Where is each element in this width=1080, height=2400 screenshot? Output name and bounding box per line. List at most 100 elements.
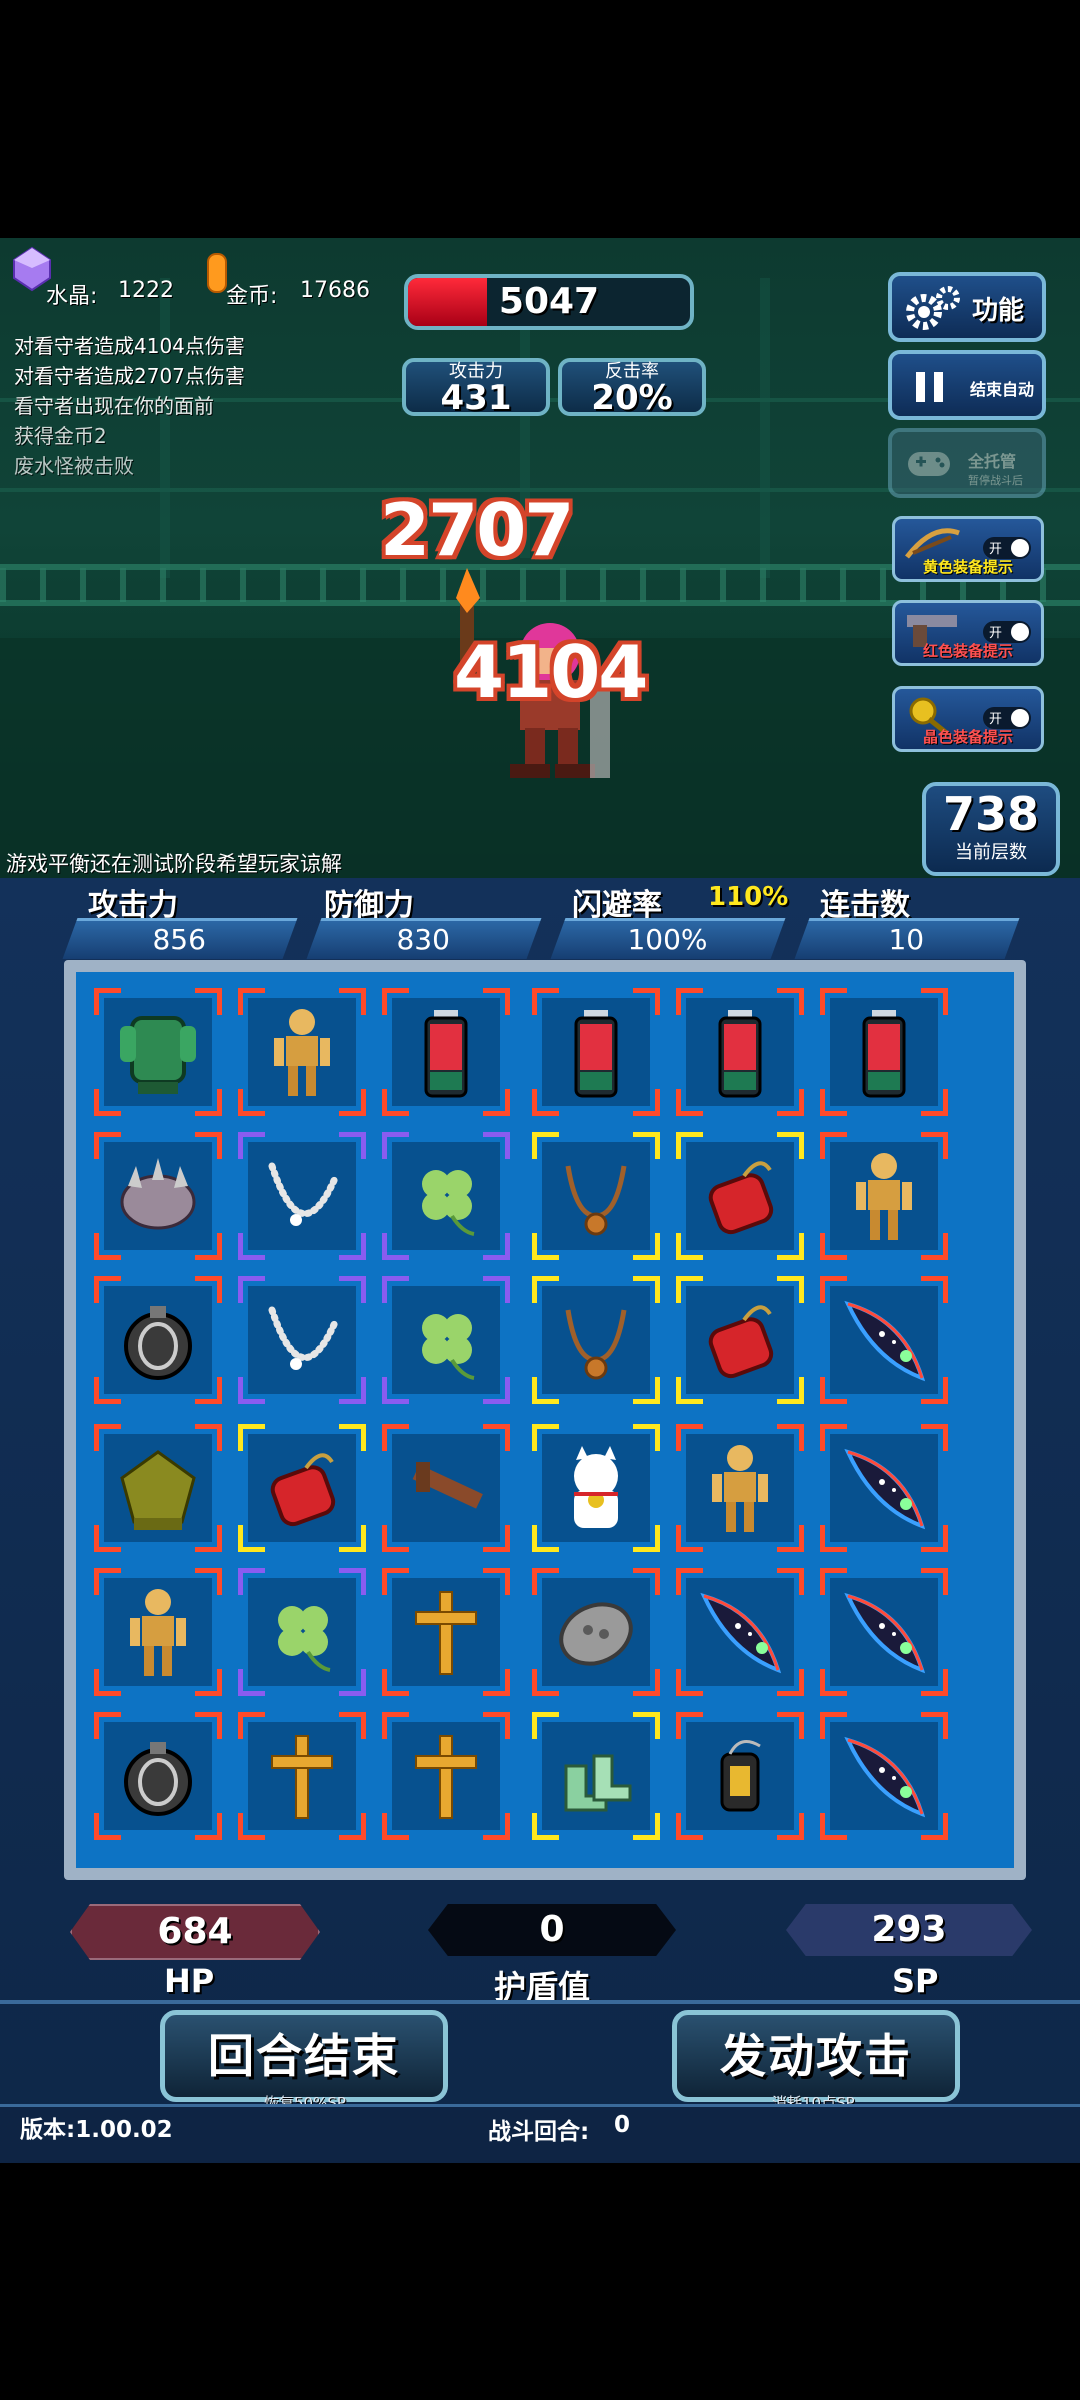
board-cell[interactable] (234, 1420, 370, 1556)
board-cell[interactable] (528, 1128, 664, 1264)
enemy-counter-value: 20% (591, 378, 673, 418)
board-cell[interactable] (378, 1708, 514, 1844)
board-cell[interactable] (90, 1708, 226, 1844)
hp-pill: 684 (70, 1904, 320, 1960)
stone-tablet-icon (559, 1602, 633, 1666)
floor-label: 当前层数 (955, 842, 1027, 863)
shield-pill: 0 (428, 1904, 676, 1956)
gear-icon (906, 286, 960, 330)
player-attack-value-box: 856 (62, 918, 298, 959)
shield-value: 0 (539, 1909, 565, 1950)
sp-value: 293 (871, 1909, 947, 1950)
board-cell[interactable] (90, 1128, 226, 1264)
gamepad-icon (908, 452, 950, 476)
player-defense-value: 830 (396, 923, 451, 956)
manager-label: 全托管 (968, 452, 1017, 471)
board-cell[interactable] (528, 1708, 664, 1844)
end-turn-button[interactable]: 回合结束 (160, 2010, 448, 2102)
board-cell[interactable] (816, 1272, 952, 1408)
gold-label: 金币: (226, 284, 278, 309)
function-button[interactable]: 功能 (888, 272, 1046, 342)
board-cell[interactable] (378, 1272, 514, 1408)
board-cell[interactable] (528, 1420, 664, 1556)
auto-manager-button[interactable]: 全托管 暂停战斗后 (888, 428, 1046, 498)
board-cell[interactable] (672, 1708, 808, 1844)
gargoyle-statue-icon (120, 1450, 196, 1530)
attack-button[interactable]: 发动攻击 (672, 2010, 960, 2102)
board-cell[interactable] (816, 1420, 952, 1556)
board-cell[interactable] (234, 984, 370, 1120)
board-cell[interactable] (528, 984, 664, 1120)
notice-text: 游戏平衡还在测试阶段希望玩家谅解 (6, 852, 342, 876)
board-cell[interactable] (234, 1272, 370, 1408)
end-auto-label: 结束自动 (970, 380, 1035, 399)
enemy-hp-bar: 5047 (404, 274, 694, 330)
board-cell[interactable] (672, 1128, 808, 1264)
enemy-attack-box: 攻击力 431 (402, 358, 550, 416)
spiked-helmet-icon (120, 1158, 196, 1230)
battery-icon (862, 1010, 906, 1098)
clover-icon (422, 1314, 475, 1380)
board-cell[interactable] (528, 1564, 664, 1700)
end-auto-button[interactable]: 结束自动 (888, 350, 1046, 420)
battle-log-line: 对看守者造成2707点伤害 (14, 364, 245, 388)
red-equip-toggle[interactable]: 开 红色装备提示 (892, 600, 1044, 666)
damage-number: 4104 (454, 630, 648, 714)
end-turn-label: 回合结束 (208, 2029, 400, 2083)
round-label: 战斗回合: (488, 2119, 590, 2145)
pearl-necklace-icon (268, 1306, 340, 1370)
green-boots-icon (564, 1754, 632, 1812)
golden-cross-icon (415, 1591, 477, 1675)
board-cell[interactable] (816, 1128, 952, 1264)
red-pouch-icon (270, 1453, 336, 1527)
board-cell[interactable] (672, 984, 808, 1120)
enemy-counter-box: 反击率 20% (558, 358, 706, 416)
board-cell[interactable] (816, 1564, 952, 1700)
function-label: 功能 (972, 296, 1025, 326)
board-cell[interactable] (672, 1420, 808, 1556)
gold-value: 17686 (300, 278, 370, 303)
crystal-equip-label: 晶色装备提示 (922, 728, 1013, 746)
board-cell[interactable] (378, 1420, 514, 1556)
yellow-equip-toggle[interactable]: 开 黄色装备提示 (892, 516, 1044, 582)
crystal-label: 水晶: (46, 284, 98, 309)
lantern-icon (720, 1740, 761, 1812)
equipment-board (64, 960, 1026, 1880)
board-cell[interactable] (816, 984, 952, 1120)
golden-skeleton-icon (274, 1009, 330, 1096)
board-cell[interactable] (672, 1564, 808, 1700)
sp-label: SP (892, 1962, 939, 2000)
board-cell[interactable] (378, 1564, 514, 1700)
crystal-equip-toggle[interactable]: 开 晶色装备提示 (892, 686, 1044, 752)
player-combo-value-box: 10 (794, 918, 1020, 959)
player-combo-value: 10 (888, 923, 925, 956)
star-feather-icon (700, 1592, 782, 1674)
battle-log-line: 废水怪被击败 (14, 454, 134, 478)
board-grid (76, 972, 1014, 1868)
clover-icon (422, 1170, 475, 1236)
amulet-icon (565, 1165, 627, 1236)
star-feather-icon (844, 1592, 926, 1674)
board-cell[interactable] (234, 1708, 370, 1844)
board-cell[interactable] (378, 1128, 514, 1264)
board-cell[interactable] (90, 1420, 226, 1556)
grenade-icon (124, 1742, 192, 1816)
board-cell[interactable] (234, 1128, 370, 1264)
crystal-value: 1222 (118, 278, 174, 303)
board-cell[interactable] (528, 1272, 664, 1408)
round-value: 0 (614, 2112, 631, 2138)
gold-coin-icon (207, 253, 227, 293)
board-cell[interactable] (90, 1564, 226, 1700)
board-cell[interactable] (672, 1272, 808, 1408)
board-cell[interactable] (90, 984, 226, 1120)
battle-log-line: 看守者出现在你的面前 (14, 394, 214, 418)
floor-value: 738 (942, 787, 1040, 841)
board-cell[interactable] (378, 984, 514, 1120)
enemy-attack-value: 431 (440, 378, 512, 418)
board-cell[interactable] (816, 1708, 952, 1844)
board-cell[interactable] (90, 1272, 226, 1408)
battle-log-line: 获得金币2 (14, 424, 107, 448)
hp-label: HP (164, 1962, 215, 2000)
pearl-necklace-icon (268, 1162, 340, 1226)
board-cell[interactable] (234, 1564, 370, 1700)
